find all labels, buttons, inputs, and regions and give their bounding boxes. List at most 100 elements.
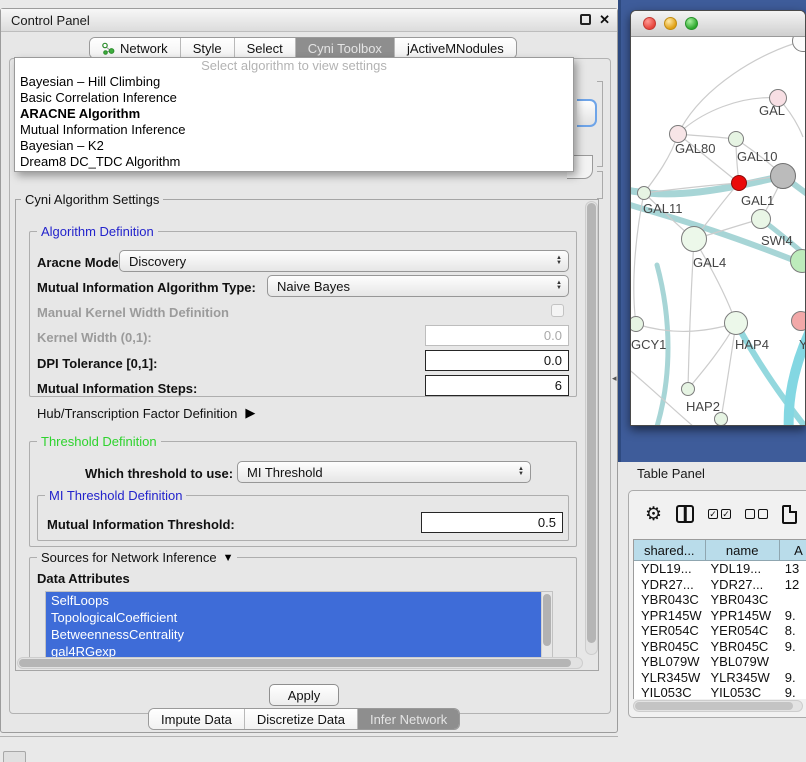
column-header[interactable]: A [780, 540, 806, 560]
list-item[interactable]: TopologicalCoefficient [46, 609, 541, 626]
tab-select[interactable]: Select [235, 38, 296, 58]
gear-icon[interactable]: ⚙ [645, 505, 662, 524]
node-gray[interactable] [770, 163, 796, 189]
table-panel: ⚙ ✓✓ shared... name A YDL19...YDL19...13… [628, 490, 806, 718]
apply-button[interactable]: Apply [269, 684, 339, 706]
hub-definition-label: Hub/Transcription Factor Definition [37, 406, 237, 421]
dropdown-item[interactable]: Mutual Information Inference [15, 122, 573, 138]
mi-threshold-field[interactable]: 0.5 [421, 512, 563, 533]
node-gal1[interactable] [751, 209, 771, 229]
list-item[interactable]: BetweennessCentrality [46, 626, 541, 643]
network-canvas[interactable]: GAL GAL80 GAL10 GAL1 GAL11 SWI4 GAL4 GCY… [631, 37, 806, 426]
column-header[interactable]: shared... [634, 540, 706, 560]
settings-group-title: Cyni Algorithm Settings [21, 192, 163, 207]
node-red-selected[interactable] [731, 175, 747, 191]
control-panel-titlebar: Control Panel ✕ [1, 9, 617, 32]
table-horizontal-scrollbar[interactable] [633, 700, 803, 712]
tab-discretize-data-label: Discretize Data [257, 712, 345, 727]
minimize-traffic-light[interactable] [664, 17, 677, 30]
attributes-scrollbar[interactable] [541, 592, 552, 658]
tab-impute-data[interactable]: Impute Data [149, 709, 245, 729]
table-row[interactable]: YER054CYER054C8. [634, 623, 806, 639]
hub-definition-disclosure[interactable]: Hub/Transcription Factor Definition ▶ [37, 405, 255, 421]
dropdown-item-selected[interactable]: ARACNE Algorithm [15, 106, 573, 122]
table-row[interactable]: YIL053CYIL053C9. [634, 685, 806, 699]
desktop-edge [618, 0, 621, 462]
tab-infer-network[interactable]: Infer Network [358, 709, 459, 729]
table-row[interactable]: YBR045CYBR045C9. [634, 639, 806, 655]
mouse-cursor: ◂ [612, 373, 617, 384]
bottom-tabs: Impute Data Discretize Data Infer Networ… [148, 708, 460, 730]
close-traffic-light[interactable] [643, 17, 656, 30]
settings-vertical-scrollbar[interactable] [585, 201, 598, 655]
sources-group-title[interactable]: Sources for Network Inference ▼ [37, 550, 237, 565]
aracne-mode-value: Discovery [129, 254, 186, 269]
select-all-checks-icon[interactable]: ✓✓ [708, 509, 731, 519]
list-item[interactable]: SelfLoops [46, 592, 541, 609]
zoom-traffic-light[interactable] [685, 17, 698, 30]
node-label: GAL4 [693, 255, 726, 270]
table-row[interactable]: YDL19...YDL19...13 [634, 561, 806, 577]
table-row[interactable]: YBR043CYBR043C [634, 592, 806, 608]
mi-steps-label: Mutual Information Steps: [37, 381, 197, 396]
tab-cyni-toolbox-label: Cyni Toolbox [308, 41, 382, 56]
node-bottom[interactable] [714, 412, 728, 426]
chevron-down-icon: ▼ [223, 552, 234, 564]
table-panel-section: Table Panel ⚙ ✓✓ shared... name A Y [618, 462, 806, 762]
table-row[interactable]: YBL079WYBL079W [634, 654, 806, 670]
tab-infer-network-label: Infer Network [370, 712, 447, 727]
tab-cyni-toolbox[interactable]: Cyni Toolbox [296, 38, 395, 58]
node-hap4[interactable] [724, 311, 748, 335]
node-label: Y [799, 337, 806, 352]
network-view-window: GAL GAL80 GAL10 GAL1 GAL11 SWI4 GAL4 GCY… [630, 10, 806, 426]
tab-network-label: Network [120, 41, 168, 56]
dropdown-item[interactable]: Bayesian – K2 [15, 138, 573, 154]
node-gal4[interactable] [681, 226, 707, 252]
tab-style[interactable]: Style [181, 38, 235, 58]
tab-jactivemnodules[interactable]: jActiveMNodules [395, 38, 516, 58]
aracne-mode-label: Aracne Mode: [37, 255, 123, 270]
table-row[interactable]: YDR27...YDR27...12 [634, 577, 806, 593]
kernel-width-label: Kernel Width (0,1): [37, 330, 152, 345]
manual-kernel-checkbox[interactable] [551, 304, 564, 317]
aracne-mode-combo[interactable]: Discovery ▲▼ [119, 250, 569, 272]
table-header-row: shared... name A [634, 540, 806, 561]
kernel-width-field[interactable]: 0.0 [425, 325, 569, 346]
table-row[interactable]: YPR145WYPR145W9. [634, 608, 806, 624]
which-threshold-value: MI Threshold [247, 465, 323, 480]
tab-discretize-data[interactable]: Discretize Data [245, 709, 358, 729]
float-window-icon[interactable] [580, 14, 591, 25]
threshold-definition-title: Threshold Definition [37, 434, 161, 449]
dropdown-item[interactable]: Basic Correlation Inference [15, 90, 573, 106]
table-toolbar: ⚙ ✓✓ [629, 491, 806, 537]
manual-kernel-label: Manual Kernel Width Definition [37, 305, 229, 320]
node-pink-right[interactable] [791, 311, 806, 331]
algorithm-combo-fragment[interactable] [577, 99, 597, 127]
columns-icon[interactable] [676, 505, 694, 523]
dpi-tolerance-field[interactable]: 0.0 [425, 350, 569, 371]
mi-type-value: Naive Bayes [277, 279, 350, 294]
dropdown-item[interactable]: Dream8 DC_TDC Algorithm [15, 154, 573, 170]
mini-panel-button[interactable] [3, 751, 26, 762]
new-document-icon[interactable] [782, 505, 797, 524]
tab-impute-data-label: Impute Data [161, 712, 232, 727]
settings-horizontal-scrollbar[interactable] [17, 657, 583, 669]
mi-steps-field[interactable]: 6 [425, 375, 569, 396]
close-icon[interactable]: ✕ [599, 12, 610, 28]
node-label: GCY1 [631, 337, 666, 352]
which-threshold-combo[interactable]: MI Threshold ▲▼ [237, 461, 531, 483]
column-header[interactable]: name [706, 540, 780, 560]
table-row[interactable]: YLR345WYLR345W9. [634, 670, 806, 686]
node-label: SWI4 [761, 233, 793, 248]
node-gal11[interactable] [637, 186, 651, 200]
network-window-titlebar [631, 11, 805, 37]
algorithm-dropdown-list: Select algorithm to view settings Bayesi… [14, 57, 574, 172]
node-gal10[interactable] [728, 131, 744, 147]
spinner-icon: ▲▼ [556, 256, 562, 266]
mi-type-combo[interactable]: Naive Bayes ▲▼ [267, 275, 569, 297]
dropdown-item[interactable]: Bayesian – Hill Climbing [15, 74, 573, 90]
deselect-all-checks-icon[interactable] [745, 509, 768, 519]
node-hap2[interactable] [681, 382, 695, 396]
control-panel-tabs: Network Style Select Cyni Toolbox jActiv… [89, 37, 517, 59]
tab-network[interactable]: Network [90, 38, 181, 58]
